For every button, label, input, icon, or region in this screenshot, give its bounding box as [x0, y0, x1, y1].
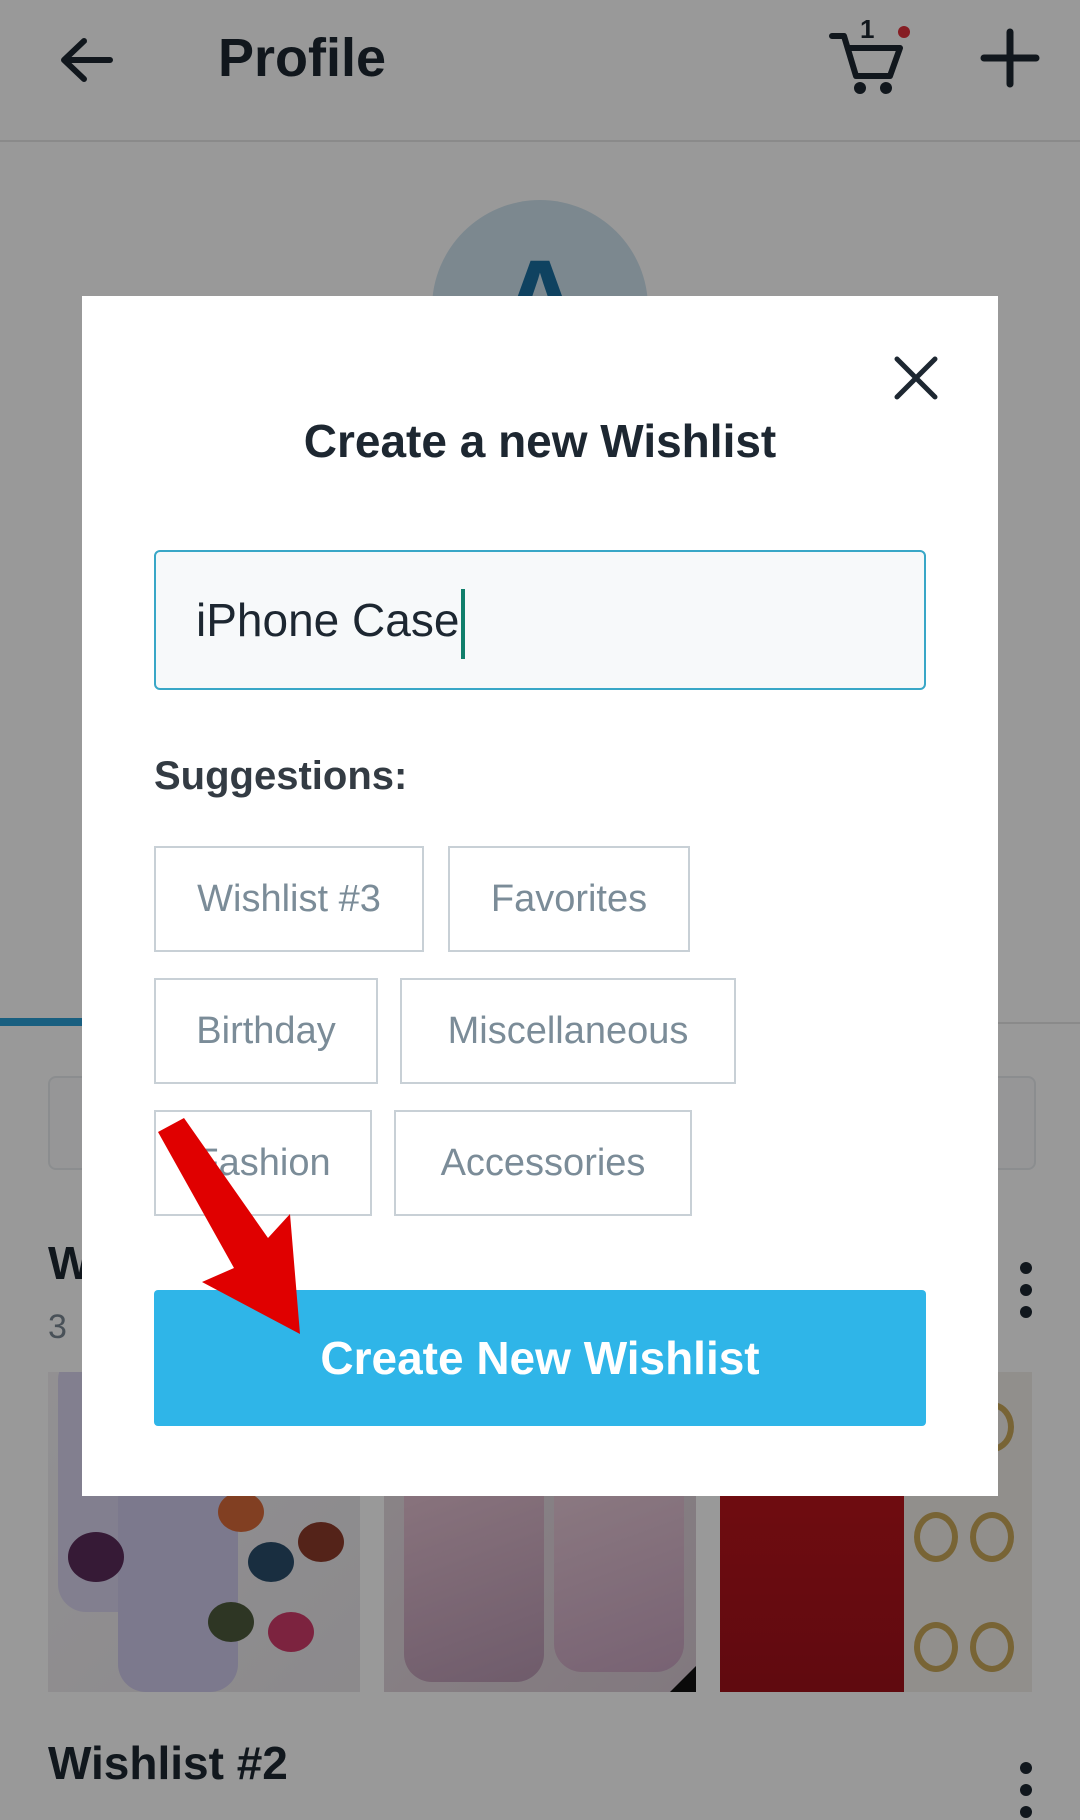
suggestion-chip-wishlist-3[interactable]: Wishlist #3 — [154, 846, 424, 952]
suggestion-chip-accessories[interactable]: Accessories — [394, 1110, 692, 1216]
suggestion-chip-miscellaneous[interactable]: Miscellaneous — [400, 978, 736, 1084]
app-root: Profile 1 A W 3 — [0, 0, 1080, 1820]
close-button[interactable] — [888, 350, 944, 406]
wishlist-name-value: iPhone Case — [196, 588, 466, 659]
close-icon — [894, 356, 938, 400]
suggestion-chip-favorites[interactable]: Favorites — [448, 846, 690, 952]
red-arrow-annotation-icon — [158, 1118, 300, 1334]
input-text: iPhone Case — [196, 594, 460, 646]
suggestions-label: Suggestions: — [154, 754, 408, 798]
suggestion-chip-birthday[interactable]: Birthday — [154, 978, 378, 1084]
text-caret — [461, 588, 466, 659]
dialog-title: Create a new Wishlist — [303, 415, 777, 467]
wishlist-name-input[interactable]: iPhone Case — [154, 550, 926, 690]
